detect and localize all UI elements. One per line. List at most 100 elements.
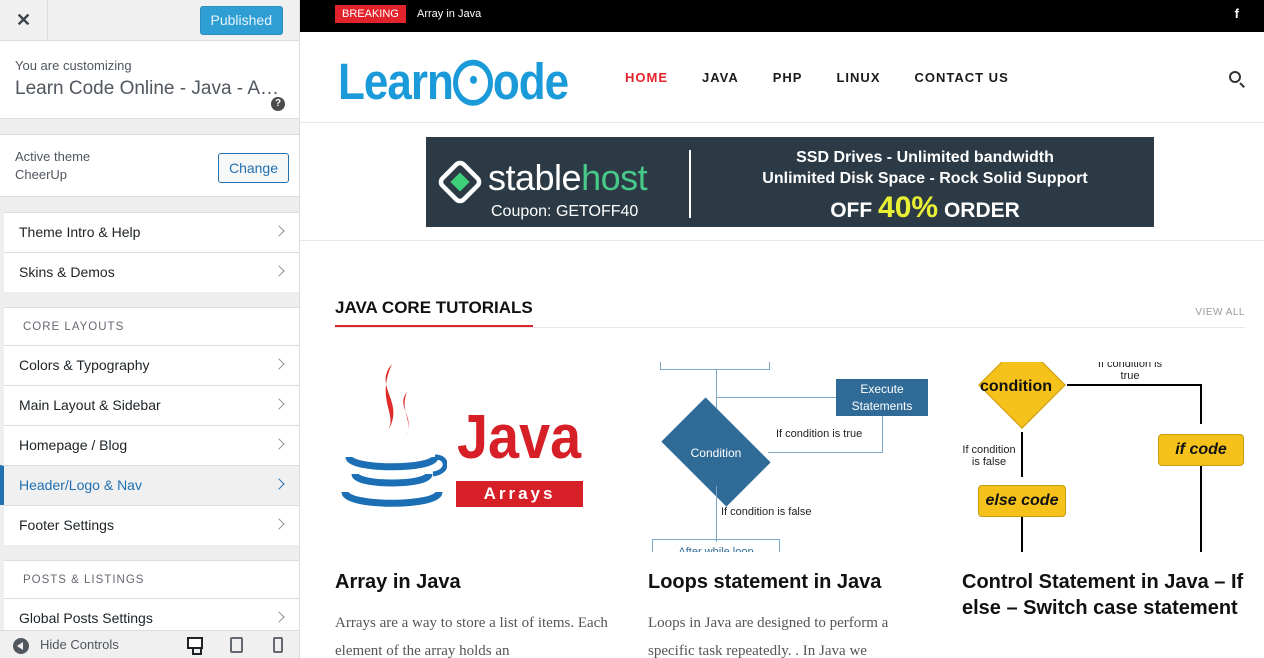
panel-theme-intro[interactable]: Theme Intro & Help xyxy=(4,212,299,252)
else-code-box: else code xyxy=(978,485,1066,517)
breaking-news-link[interactable]: Array in Java xyxy=(417,8,481,20)
collapse-arrow-icon[interactable] xyxy=(13,638,29,654)
logo-text-right: ode xyxy=(492,54,569,111)
chevron-right-icon xyxy=(273,611,285,623)
posts-listings-heading: POSTS & LISTINGS xyxy=(4,560,299,598)
panel-main-layout[interactable]: Main Layout & Sidebar xyxy=(4,385,299,425)
customizing-label: You are customizing xyxy=(15,58,132,73)
publish-button[interactable]: Published xyxy=(199,6,283,35)
panel-label: Colors & Typography xyxy=(19,357,150,373)
ad-brand-left: stable xyxy=(488,157,582,198)
condition-label: Condition xyxy=(690,446,742,460)
post-card: condition If condition is true if code I… xyxy=(962,362,1244,621)
false-label: If condition is false xyxy=(721,506,812,518)
panel-footer-settings[interactable]: Footer Settings xyxy=(4,505,299,545)
true-label: If condition is true xyxy=(1097,362,1163,382)
nav-linux[interactable]: LINUX xyxy=(836,70,880,85)
post-excerpt: Arrays are a way to store a list of item… xyxy=(335,615,608,658)
intro-group: Theme Intro & Help Skins & Demos xyxy=(0,212,299,292)
help-icon[interactable]: ? xyxy=(271,97,285,111)
hide-controls-button[interactable]: Hide Controls xyxy=(40,637,119,652)
tablet-icon[interactable] xyxy=(230,637,243,653)
site-logo[interactable]: Learn ode xyxy=(338,54,569,112)
ad-coupon: Coupon: GETOFF40 xyxy=(491,203,639,220)
ad-line-2: Unlimited Disk Space - Rock Solid Suppor… xyxy=(762,170,1088,187)
post-title[interactable]: Loops statement in Java xyxy=(648,569,930,595)
nav-java[interactable]: JAVA xyxy=(702,70,739,85)
flow-line xyxy=(1021,432,1023,477)
nav-contact[interactable]: CONTACT US xyxy=(914,70,1008,85)
site-preview: BREAKING Array in Java f Learn ode HOME J… xyxy=(300,0,1264,658)
post-title[interactable]: Array in Java xyxy=(335,569,617,595)
post-thumbnail[interactable]: Java Arrays xyxy=(335,362,617,552)
panel-colors-typography[interactable]: Colors & Typography xyxy=(4,345,299,385)
panel-label: Homepage / Blog xyxy=(19,437,128,453)
flow-line xyxy=(768,452,883,453)
ad-line-3: OFF 40% ORDER xyxy=(696,191,1154,225)
close-icon: ✕ xyxy=(15,9,32,30)
ad-area: stablehost Coupon: GETOFF40 SSD Drives -… xyxy=(300,123,1264,241)
chevron-right-icon xyxy=(273,358,285,370)
post-thumbnail[interactable]: condition If condition is true if code I… xyxy=(962,362,1244,552)
panel-skins-demos[interactable]: Skins & Demos xyxy=(4,252,299,292)
section-title: JAVA CORE TUTORIALS xyxy=(335,298,533,327)
flow-line xyxy=(716,397,836,398)
java-wordmark: Java xyxy=(457,403,582,472)
panel-label: Global Posts Settings xyxy=(19,610,153,626)
ad-off: OFF xyxy=(830,199,873,222)
breaking-badge: BREAKING xyxy=(335,5,406,23)
panel-label: Main Layout & Sidebar xyxy=(19,397,161,413)
panel-homepage-blog[interactable]: Homepage / Blog xyxy=(4,425,299,465)
logo-text-left: Learn xyxy=(338,54,454,111)
arrays-banner: Arrays xyxy=(456,481,583,507)
facebook-icon[interactable]: f xyxy=(1235,6,1239,21)
java-cup-icon xyxy=(341,364,447,507)
flow-line xyxy=(1067,384,1202,386)
desktop-icon[interactable] xyxy=(187,637,203,655)
search-icon[interactable] xyxy=(1229,71,1241,83)
ad-brand: stablehost xyxy=(488,157,648,199)
post-excerpt: Loops in Java are designed to perform a … xyxy=(648,615,889,658)
chevron-right-icon xyxy=(273,518,285,530)
ad-banner[interactable]: stablehost Coupon: GETOFF40 SSD Drives -… xyxy=(426,137,1154,227)
post-title[interactable]: Control Statement in Java – If else – Sw… xyxy=(962,569,1244,621)
site-title: Learn Code Online - Java - Android - PHP… xyxy=(15,78,283,99)
ad-brand-right: host xyxy=(581,157,648,198)
customizer-info: You are customizing Learn Code Online - … xyxy=(0,41,299,119)
flow-line xyxy=(716,486,717,542)
condition-label: condition xyxy=(980,378,1052,395)
top-bar: BREAKING Array in Java f xyxy=(300,0,1264,32)
customizer-header: ✕ Published xyxy=(0,0,299,41)
ad-divider xyxy=(689,150,691,218)
panel-header-logo-nav[interactable]: Header/Logo & Nav xyxy=(0,465,299,505)
if-code-box: if code xyxy=(1158,434,1244,466)
post-thumbnail[interactable]: Execute Statements Condition If conditio… xyxy=(648,362,930,552)
mobile-icon[interactable] xyxy=(273,637,283,653)
flow-line xyxy=(1200,384,1202,424)
ad-order: ORDER xyxy=(943,199,1020,222)
close-customizer-button[interactable]: ✕ xyxy=(0,0,48,40)
section-header: JAVA CORE TUTORIALS VIEW ALL xyxy=(335,298,1245,328)
chevron-right-icon xyxy=(273,265,285,277)
chevron-right-icon xyxy=(273,225,285,237)
after-loop-box: After while loop xyxy=(652,539,780,552)
main-nav: HOME JAVA PHP LINUX CONTACT US xyxy=(625,70,1043,85)
active-theme-panel: Active theme CheerUp Change xyxy=(0,134,299,197)
post-card: Execute Statements Condition If conditio… xyxy=(648,362,930,658)
ad-percent: 40% xyxy=(878,191,939,224)
logo-c-icon xyxy=(452,59,493,106)
panel-label: Footer Settings xyxy=(19,517,114,533)
nav-php[interactable]: PHP xyxy=(773,70,803,85)
flow-top-box xyxy=(660,362,770,370)
nav-home[interactable]: HOME xyxy=(625,70,668,85)
stablehost-logo-icon xyxy=(435,157,485,207)
change-theme-button[interactable]: Change xyxy=(217,153,289,183)
customizer-footer: Hide Controls xyxy=(0,630,299,658)
panel-label: Header/Logo & Nav xyxy=(19,477,142,493)
site-header: Learn ode HOME JAVA PHP LINUX CONTACT US xyxy=(300,32,1264,123)
panel-label: Skins & Demos xyxy=(19,264,115,280)
flow-line xyxy=(1200,466,1202,552)
customizer-sidebar: ✕ Published You are customizing Learn Co… xyxy=(0,0,300,658)
chevron-right-icon xyxy=(273,398,285,410)
view-all-link[interactable]: VIEW ALL xyxy=(1195,307,1245,318)
